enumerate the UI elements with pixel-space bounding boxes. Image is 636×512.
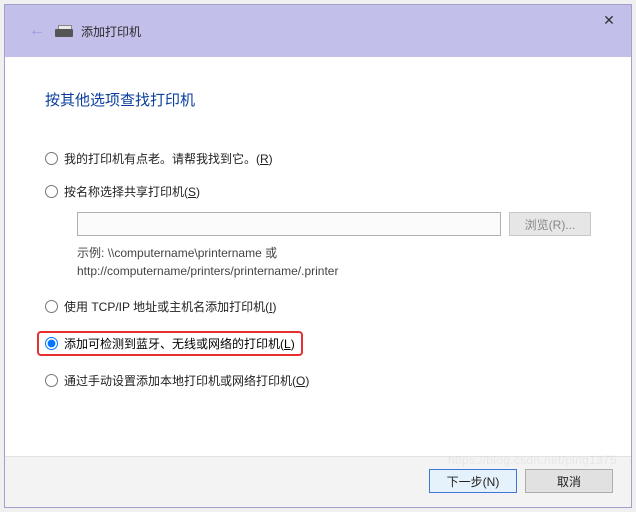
option-wireless-row: 添加可检测到蓝牙、无线或网络的打印机(L)	[45, 331, 591, 356]
printer-icon	[55, 23, 73, 39]
option-tcpip[interactable]: 使用 TCP/IP 地址或主机名添加打印机(I)	[45, 298, 591, 315]
label-local: 通过手动设置添加本地打印机或网络打印机(O)	[64, 372, 309, 389]
watermark: https://blog.csdn.net/ping1375	[448, 453, 617, 467]
label-shared: 按名称选择共享打印机(S)	[64, 183, 200, 200]
share-input-row: 浏览(R)...	[77, 212, 591, 236]
next-button[interactable]: 下一步(N)	[429, 469, 517, 493]
add-printer-dialog: ← 添加打印机 ✕ 按其他选项查找打印机 我的打印机有点老。请帮我找到它。(R)…	[4, 4, 632, 508]
label-tcpip: 使用 TCP/IP 地址或主机名添加打印机(I)	[64, 298, 276, 315]
close-icon: ✕	[603, 12, 615, 29]
radio-older[interactable]	[45, 152, 58, 165]
back-arrow-icon: ←	[29, 22, 45, 40]
option-wireless[interactable]: 添加可检测到蓝牙、无线或网络的打印机(L)	[37, 331, 303, 356]
label-older: 我的打印机有点老。请帮我找到它。(R)	[64, 150, 273, 167]
radio-tcpip[interactable]	[45, 300, 58, 313]
option-shared-printer[interactable]: 按名称选择共享打印机(S)	[45, 183, 591, 200]
titlebar-text: 添加打印机	[81, 23, 141, 40]
cancel-button[interactable]: 取消	[525, 469, 613, 493]
label-wireless: 添加可检测到蓝牙、无线或网络的打印机(L)	[64, 335, 295, 352]
titlebar: ← 添加打印机 ✕	[5, 5, 631, 57]
radio-wireless[interactable]	[45, 337, 58, 350]
close-button[interactable]: ✕	[587, 5, 631, 35]
radio-shared[interactable]	[45, 185, 58, 198]
option-local[interactable]: 通过手动设置添加本地打印机或网络打印机(O)	[45, 372, 591, 389]
dialog-content: 按其他选项查找打印机 我的打印机有点老。请帮我找到它。(R) 按名称选择共享打印…	[5, 57, 631, 456]
browse-button[interactable]: 浏览(R)...	[509, 212, 591, 236]
share-name-input[interactable]	[77, 212, 501, 236]
radio-local[interactable]	[45, 374, 58, 387]
option-older-printer[interactable]: 我的打印机有点老。请帮我找到它。(R)	[45, 150, 591, 167]
shared-sub-block: 浏览(R)... 示例: \\computername\printername …	[77, 212, 591, 280]
example-text: 示例: \\computername\printername 或 http://…	[77, 244, 591, 280]
page-title: 按其他选项查找打印机	[45, 89, 591, 110]
